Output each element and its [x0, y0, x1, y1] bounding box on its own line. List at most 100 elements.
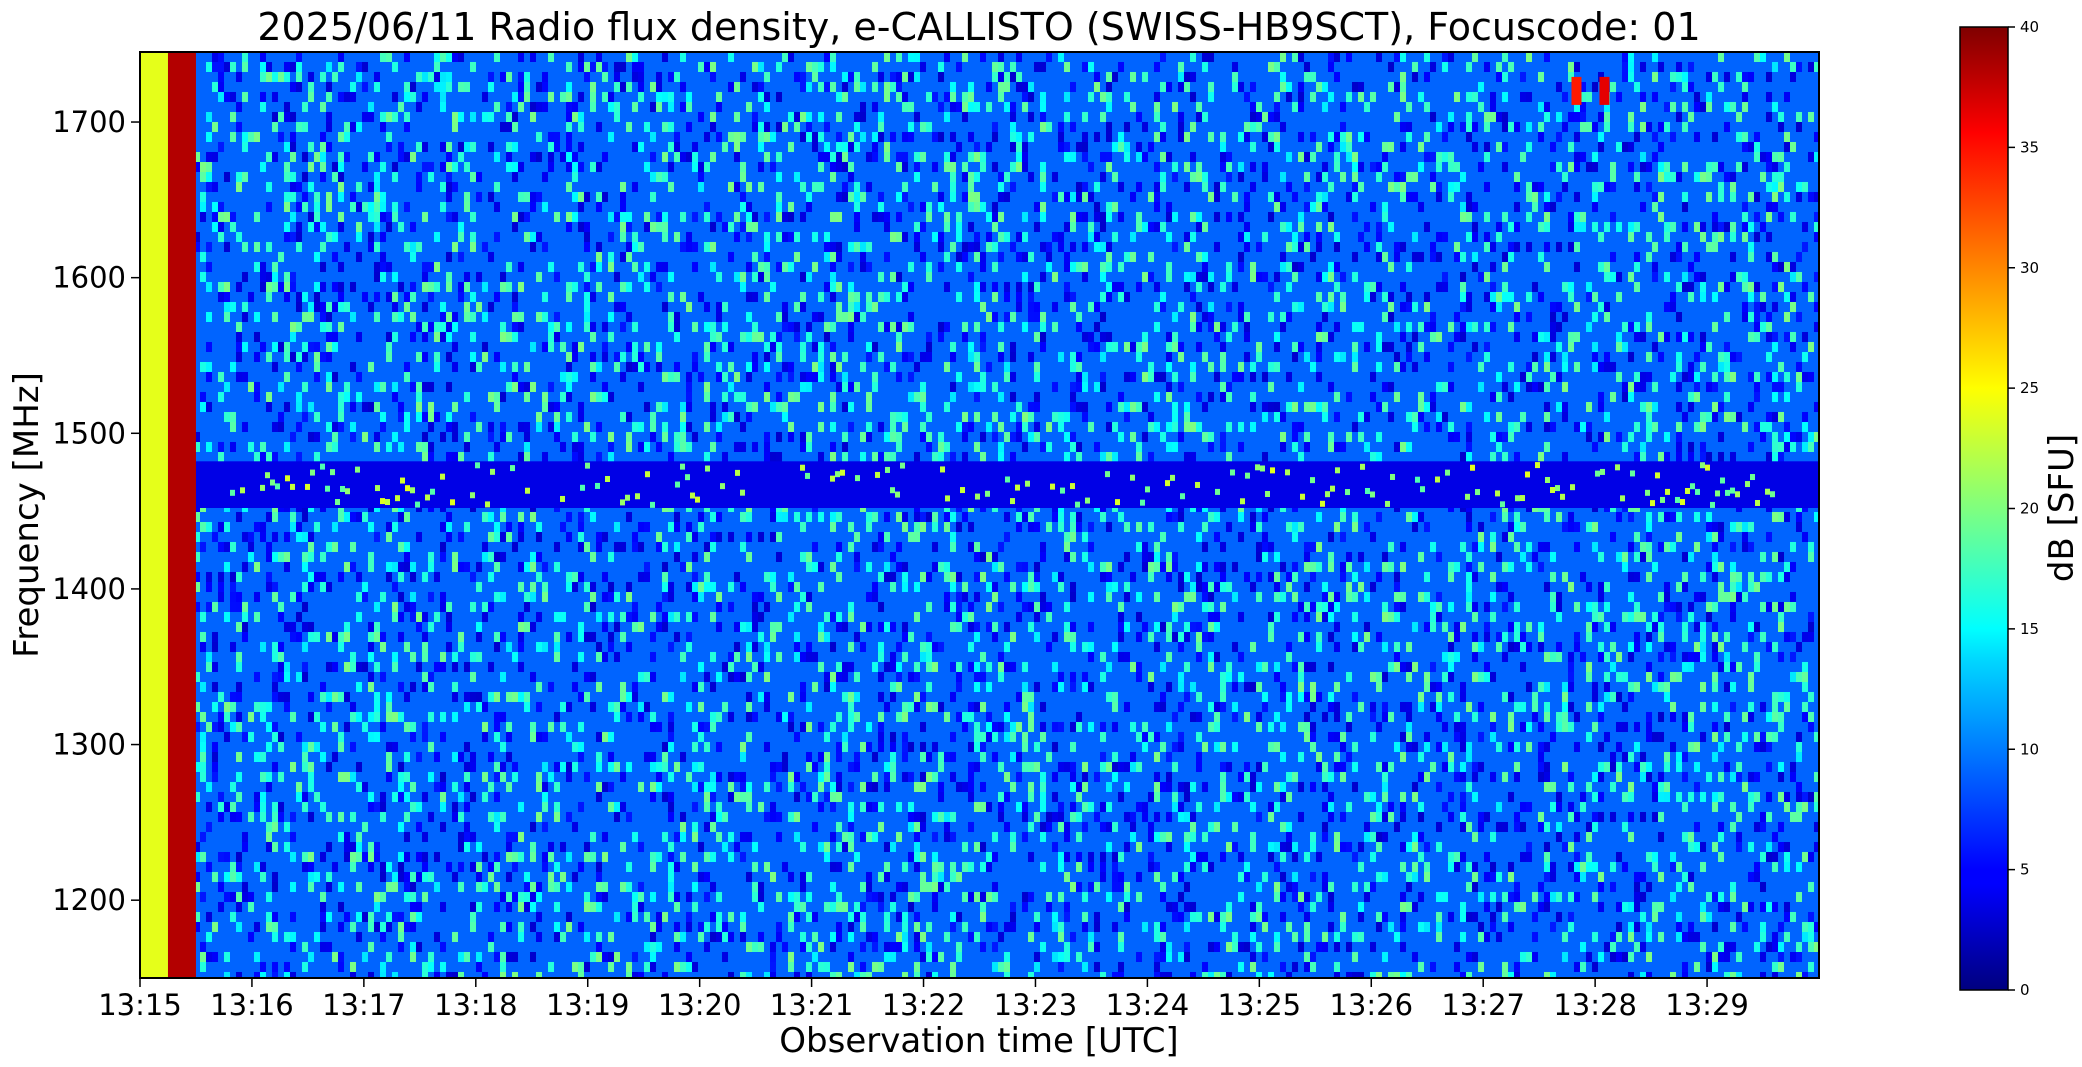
noise-cell — [1418, 342, 1424, 352]
noise-cell — [260, 52, 266, 62]
noise-cell — [1034, 522, 1040, 532]
noise-cell — [758, 592, 764, 602]
noise-cell — [842, 382, 848, 392]
noise-cell — [1274, 62, 1280, 72]
noise-cell — [332, 342, 338, 352]
noise-cell — [500, 532, 506, 542]
noise-cell — [1796, 182, 1802, 192]
noise-cell — [1094, 382, 1100, 392]
noise-cell — [296, 122, 302, 132]
noise-cell — [1136, 282, 1142, 292]
noise-cell — [1382, 312, 1388, 322]
noise-cell — [392, 112, 398, 122]
noise-cell — [1772, 152, 1778, 162]
noise-cell — [1256, 342, 1262, 352]
noise-cell — [1160, 52, 1166, 62]
noise-cell — [1430, 152, 1436, 162]
noise-cell — [752, 112, 758, 122]
noise-cell — [1034, 432, 1040, 442]
noise-cell — [200, 362, 206, 372]
noise-cell — [1292, 442, 1298, 452]
noise-cell — [776, 202, 782, 212]
noise-cell — [734, 622, 740, 632]
noise-cell — [518, 52, 524, 62]
noise-cell — [1118, 402, 1124, 412]
noise-cell — [1778, 512, 1784, 522]
noise-cell — [1202, 262, 1208, 272]
noise-cell — [1268, 612, 1274, 622]
noise-cell — [938, 232, 944, 242]
noise-cell — [566, 582, 572, 592]
noise-cell — [1382, 402, 1388, 412]
noise-cell — [746, 332, 752, 342]
noise-cell — [338, 422, 344, 432]
noise-cell — [1340, 532, 1346, 542]
noise-cell — [482, 92, 488, 102]
noise-cell — [1772, 452, 1778, 462]
noise-cell — [1496, 232, 1502, 242]
noise-cell — [1400, 592, 1406, 602]
noise-cell — [314, 432, 320, 442]
noise-cell — [1292, 562, 1298, 572]
noise-cell — [380, 252, 386, 262]
noise-cell — [1634, 322, 1640, 332]
noise-cell — [344, 242, 350, 252]
noise-cell — [1724, 592, 1730, 602]
noise-cell — [1070, 82, 1076, 92]
noise-cell — [782, 512, 788, 522]
noise-cell — [1022, 442, 1028, 452]
noise-cell — [1076, 142, 1082, 152]
noise-cell — [836, 542, 842, 552]
noise-cell — [488, 422, 494, 432]
noise-cell — [842, 312, 848, 322]
noise-cell — [398, 542, 404, 552]
noise-cell — [1466, 92, 1472, 102]
noise-cell — [578, 452, 584, 462]
noise-cell — [1658, 332, 1664, 342]
noise-cell — [1376, 512, 1382, 522]
noise-cell — [368, 182, 374, 192]
noise-cell — [1610, 82, 1616, 92]
noise-cell — [896, 232, 902, 242]
noise-cell — [1448, 572, 1454, 582]
noise-cell — [1556, 82, 1562, 92]
noise-cell — [1730, 232, 1736, 242]
noise-cell — [1766, 332, 1772, 342]
noise-cell — [1634, 532, 1640, 542]
noise-cell — [524, 382, 530, 392]
noise-cell — [1556, 192, 1562, 202]
noise-cell — [1712, 222, 1718, 232]
noise-cell — [1490, 92, 1496, 102]
noise-cell — [392, 332, 398, 342]
noise-cell — [662, 612, 668, 622]
noise-cell — [998, 422, 1004, 432]
noise-cell — [1562, 382, 1568, 392]
noise-cell — [1184, 412, 1190, 422]
noise-cell — [1766, 232, 1772, 242]
noise-cell — [854, 142, 860, 152]
noise-cell — [1160, 292, 1166, 302]
noise-cell — [1790, 562, 1796, 572]
noise-cell — [1718, 532, 1724, 542]
noise-cell — [638, 82, 644, 92]
noise-cell — [1766, 352, 1772, 362]
noise-cell — [878, 192, 884, 202]
noise-cell — [1010, 182, 1016, 192]
noise-cell — [926, 202, 932, 212]
noise-cell — [350, 82, 356, 92]
noise-cell — [878, 622, 884, 632]
noise-cell — [1010, 352, 1016, 362]
noise-cell — [1256, 522, 1262, 532]
noise-cell — [290, 332, 296, 342]
noise-cell — [1250, 162, 1256, 172]
noise-cell — [200, 402, 206, 412]
noise-cell — [1172, 312, 1178, 322]
noise-cell — [248, 542, 254, 552]
noise-cell — [1184, 282, 1190, 292]
noise-cell — [578, 402, 584, 412]
noise-cell — [1616, 552, 1622, 562]
noise-cell — [1658, 592, 1664, 602]
noise-cell — [842, 162, 848, 172]
noise-cell — [1286, 82, 1292, 92]
noise-cell — [290, 282, 296, 292]
